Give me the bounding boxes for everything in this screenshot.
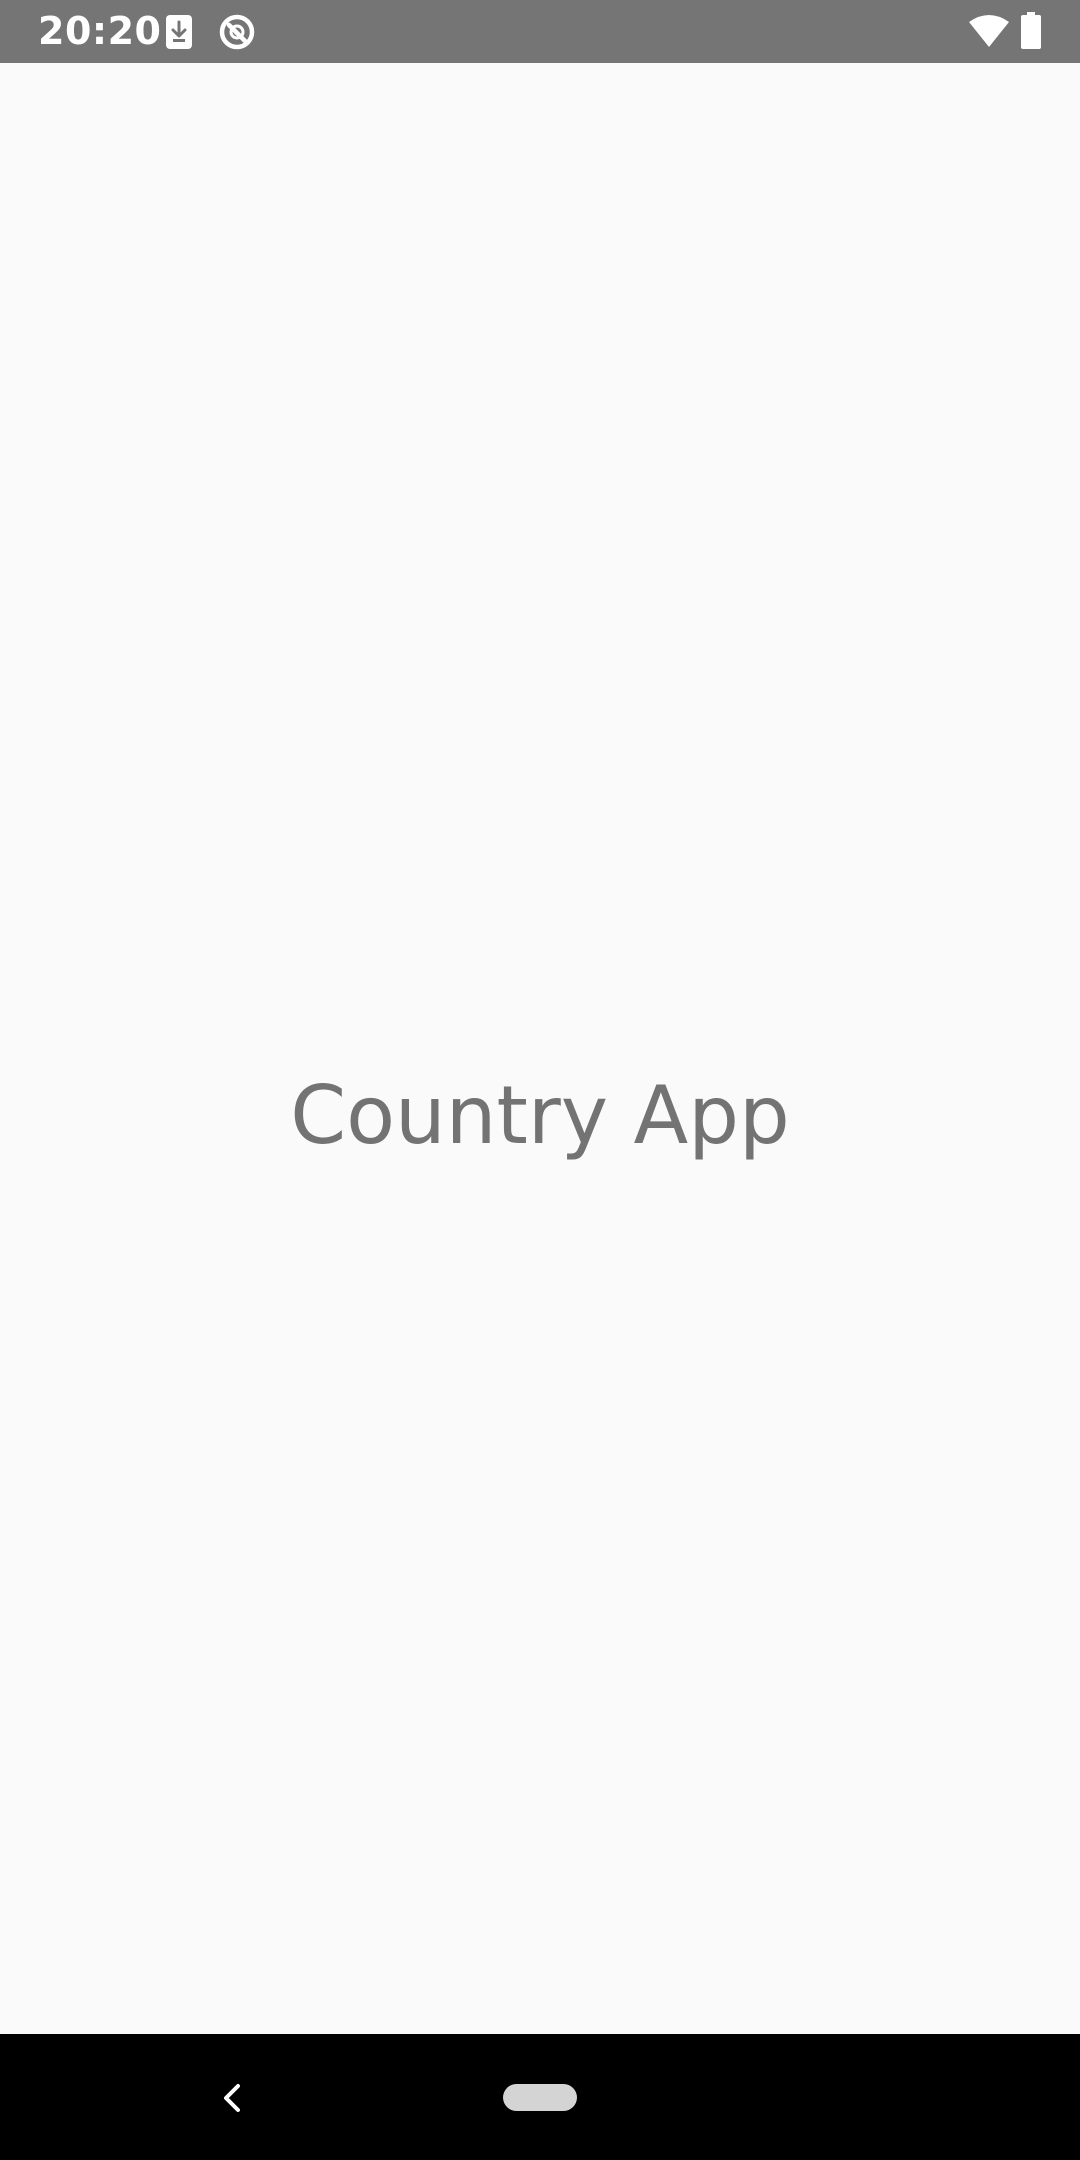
sync-icon [219, 14, 255, 50]
status-time: 20:20 [38, 9, 162, 53]
navigation-bar [0, 2034, 1080, 2160]
battery-icon [1021, 12, 1041, 49]
home-button[interactable] [503, 2084, 577, 2111]
wifi-icon [969, 15, 1009, 47]
main-content: Country App [0, 63, 1080, 2034]
download-icon [166, 15, 192, 49]
status-bar: 20:20 [0, 0, 1080, 63]
back-icon[interactable] [212, 2078, 252, 2118]
app-screen: 20:20 Country App [0, 0, 1080, 2160]
app-title: Country App [290, 1069, 790, 1162]
